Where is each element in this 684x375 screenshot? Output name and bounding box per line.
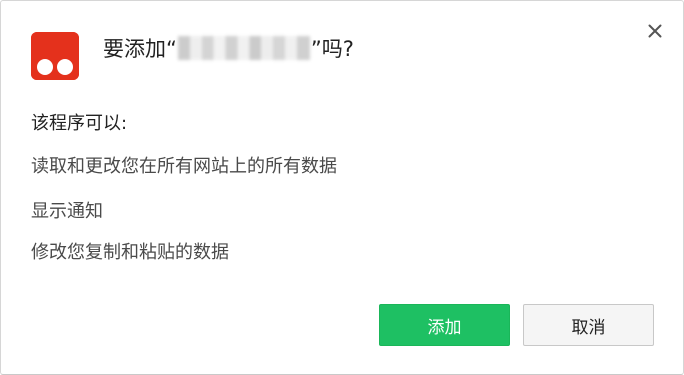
close-button[interactable]: [643, 19, 667, 43]
permission-item: 修改您复制和粘贴的数据: [31, 242, 229, 263]
permission-item: 显示通知: [31, 201, 103, 222]
add-extension-dialog: 要添加“ ”吗? 该程序可以: 读取和更改您在所有网站上的所有数据 显示通知 修…: [0, 0, 684, 375]
dialog-title: 要添加“ ”吗?: [103, 33, 354, 63]
title-suffix: ”吗?: [310, 37, 354, 61]
close-icon: [648, 24, 662, 38]
permission-item: 读取和更改您在所有网站上的所有数据: [31, 156, 337, 177]
cancel-button[interactable]: 取消: [523, 304, 654, 346]
extension-app-icon: [31, 32, 79, 80]
title-prefix: 要添加“: [103, 37, 177, 61]
blurred-extension-name: [177, 36, 310, 60]
permissions-heading: 该程序可以:: [31, 113, 128, 134]
add-button[interactable]: 添加: [379, 304, 510, 346]
